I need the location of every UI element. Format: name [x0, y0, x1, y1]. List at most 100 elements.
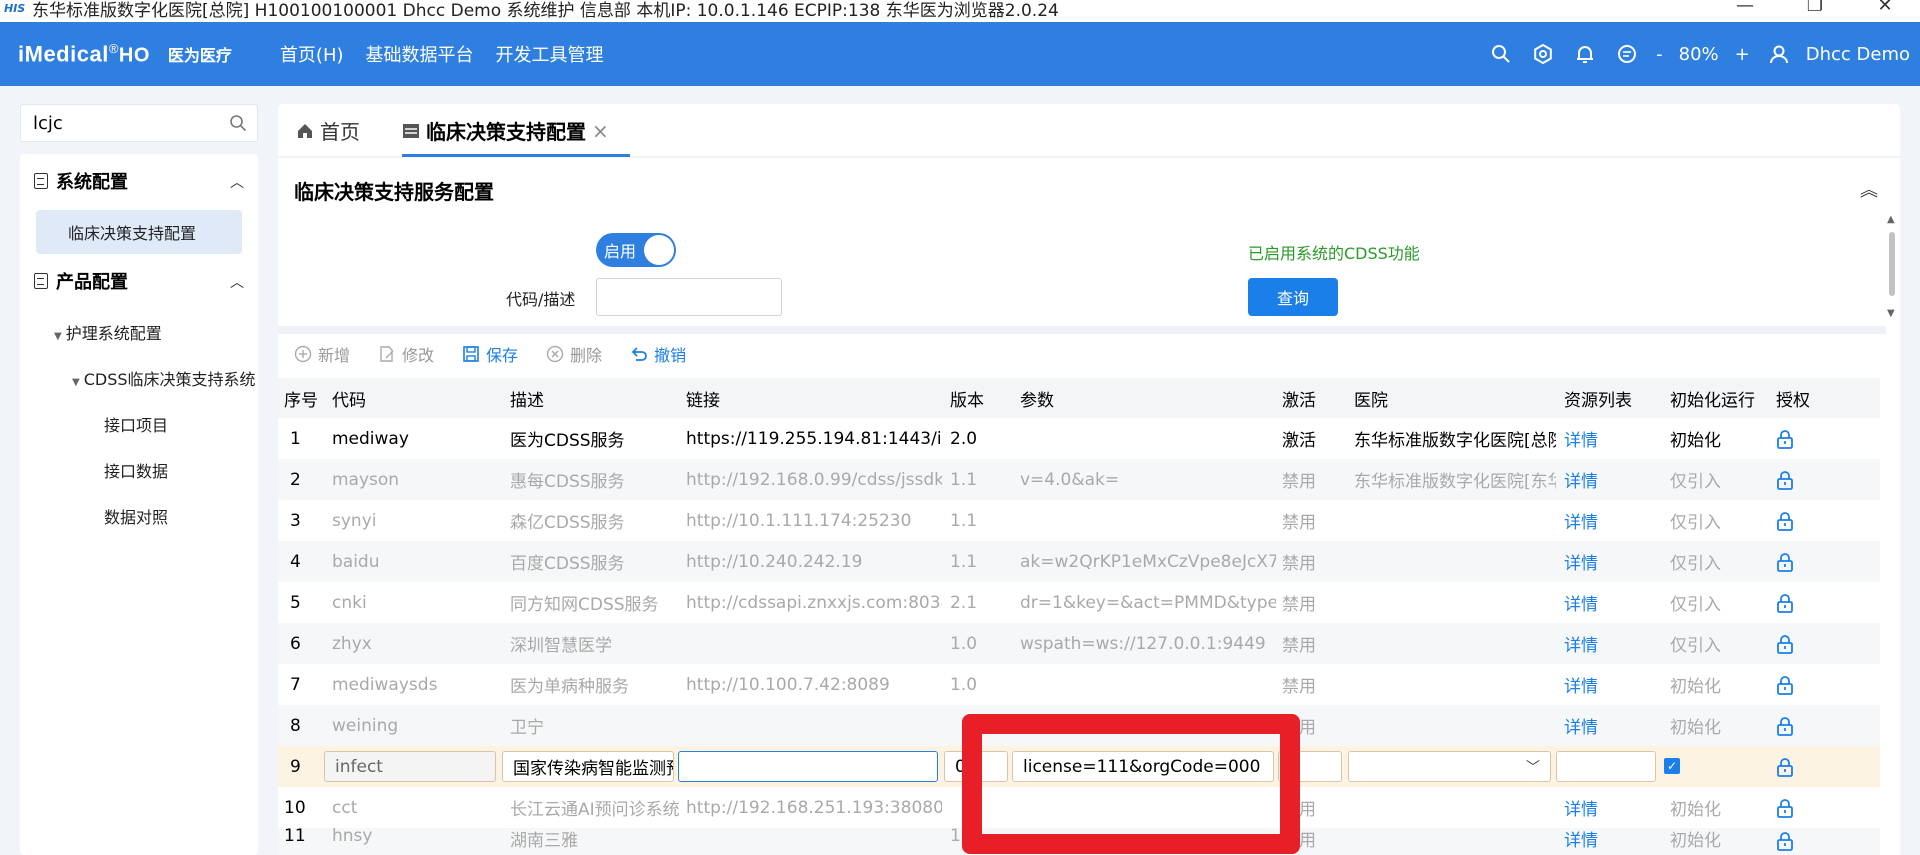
details-link[interactable]: 详情 — [1564, 549, 1598, 574]
app-logo-icon: HIS — [4, 2, 26, 15]
delete-button[interactable]: 删除 — [546, 342, 602, 366]
undo-button[interactable]: 撤销 — [630, 342, 686, 366]
table-row[interactable]: 2 mayson 惠每CDSS服务 http://192.168.0.99/cd… — [278, 459, 1880, 500]
lock-icon[interactable] — [1776, 470, 1794, 490]
chevron-down-icon: ﹀ — [1526, 760, 1540, 776]
save-button[interactable]: 保存 — [462, 342, 518, 366]
details-link[interactable]: 详情 — [1564, 631, 1598, 656]
zoom-out-button[interactable]: - — [1656, 44, 1663, 65]
caret-down-icon: ▼ — [72, 377, 80, 388]
details-link[interactable]: 详情 — [1564, 672, 1598, 697]
details-link[interactable]: 详情 — [1564, 713, 1598, 738]
logo-subtitle: 医为医疗 — [167, 46, 232, 65]
tab-home[interactable]: 首页 — [296, 116, 360, 145]
restore-icon[interactable]: ❐ — [1780, 0, 1850, 16]
tab-bar: 首页 临床决策支持配置 × — [278, 104, 1900, 157]
sidebar-menu: 系统配置 ︿ 临床决策支持配置 产品配置 ︿ ▼ 护理系统配置 ▼ CDSS临床决策… — [20, 154, 258, 855]
delete-circle-icon — [546, 345, 564, 363]
details-link[interactable]: 详情 — [1564, 508, 1598, 533]
sidebar-item-interface-data[interactable]: 接口数据 — [104, 458, 168, 482]
close-icon[interactable]: × — [592, 119, 609, 143]
hospital-select[interactable]: ﹀ — [1348, 751, 1551, 782]
bell-icon[interactable] — [1574, 43, 1596, 65]
link-edit-field[interactable] — [678, 751, 938, 782]
annotation-highlight-box — [962, 714, 1300, 854]
search-icon[interactable] — [229, 114, 247, 137]
lock-icon[interactable] — [1776, 593, 1794, 613]
col-link: 链接 — [686, 390, 720, 411]
document-icon — [34, 173, 48, 189]
lock-icon[interactable] — [1776, 634, 1794, 654]
nav-dev-tools[interactable]: 开发工具管理 — [496, 41, 604, 67]
lock-icon[interactable] — [1776, 798, 1794, 818]
table-row[interactable]: 5 cnki 同方知网CDSS服务 http://cdssapi.znxxjs.… — [278, 582, 1880, 623]
minimize-icon[interactable]: — — [1710, 0, 1780, 16]
table-row[interactable]: 4 baidu 百度CDSS服务 http://10.240.242.19 1.… — [278, 541, 1880, 582]
lock-icon[interactable] — [1776, 675, 1794, 695]
collapse-up-icon[interactable]: ︽ — [1860, 176, 1878, 202]
form-scrollbar[interactable]: ▲ ▼ — [1886, 214, 1898, 326]
close-window-icon[interactable]: ✕ — [1850, 0, 1920, 16]
menu-group-system-config[interactable]: 系统配置 — [34, 168, 128, 194]
table-row[interactable]: 1 mediway 医为CDSS服务 https://119.255.194.8… — [278, 418, 1880, 459]
scrollbar-thumb[interactable] — [1889, 232, 1895, 296]
chevron-up-icon[interactable]: ︿ — [230, 172, 244, 192]
scroll-up-icon[interactable]: ▲ — [1887, 214, 1895, 225]
window-title: 东华标准版数字化医院[总院] H100100100001 Dhcc Demo 系… — [32, 0, 1059, 21]
code-edit-field[interactable]: infect — [324, 751, 496, 782]
sidebar-item-cdss-config[interactable]: 临床决策支持配置 — [36, 210, 242, 254]
lock-icon[interactable] — [1776, 429, 1794, 449]
nav-basic-data[interactable]: 基础数据平台 — [366, 41, 474, 67]
lock-icon[interactable] — [1776, 831, 1794, 851]
toggle-knob — [644, 235, 674, 265]
query-button[interactable]: 查询 — [1248, 278, 1338, 316]
add-button[interactable]: 新增 — [294, 342, 350, 366]
lock-icon[interactable] — [1776, 511, 1794, 531]
code-desc-input[interactable] — [596, 278, 782, 316]
details-link[interactable]: 详情 — [1564, 467, 1598, 492]
resources-edit-field[interactable] — [1556, 751, 1656, 782]
sidebar-item-cdss-system[interactable]: ▼ CDSS临床决策支持系统 — [72, 366, 258, 390]
app-logo: iMedical®HO — [18, 40, 150, 67]
menu-group-product-config[interactable]: 产品配置 — [34, 268, 128, 294]
details-link[interactable]: 详情 — [1564, 426, 1598, 451]
details-link[interactable]: 详情 — [1564, 795, 1598, 820]
tab-cdss-config[interactable]: 临床决策支持配置 × — [402, 116, 609, 145]
edit-button[interactable]: 修改 — [378, 342, 434, 366]
col-init: 初始化运行 — [1670, 390, 1755, 411]
lock-icon[interactable] — [1776, 757, 1794, 777]
zoom-in-button[interactable]: + — [1735, 44, 1750, 65]
sidebar-item-interface-items[interactable]: 接口项目 — [104, 412, 168, 436]
gear-icon[interactable] — [1532, 43, 1554, 65]
message-icon[interactable] — [1616, 43, 1638, 65]
col-auth: 授权 — [1776, 390, 1810, 411]
details-link[interactable]: 详情 — [1564, 826, 1598, 851]
sidebar-item-data-mapping[interactable]: 数据对照 — [104, 504, 168, 528]
window-controls: — ❐ ✕ — [1710, 0, 1920, 16]
plus-circle-icon — [294, 345, 312, 363]
col-index: 序号 — [284, 390, 318, 411]
menu-search-input[interactable] — [33, 112, 213, 134]
search-icon[interactable] — [1490, 43, 1512, 65]
lock-icon[interactable] — [1776, 552, 1794, 572]
table-row[interactable]: 7 mediwaysds 医为单病种服务 http://10.100.7.42:… — [278, 664, 1880, 705]
menu-search-box[interactable] — [20, 104, 258, 142]
scroll-down-icon[interactable]: ▼ — [1887, 308, 1895, 319]
active-tab-indicator — [402, 154, 630, 157]
user-icon[interactable] — [1768, 43, 1790, 65]
init-checkbox[interactable]: ✓ — [1664, 758, 1680, 774]
home-icon — [298, 123, 312, 138]
table-row[interactable]: 6 zhyx 深圳智慧医学 1.0 wspath=ws://127.0.0.1:… — [278, 623, 1880, 664]
sidebar-item-nursing-config[interactable]: ▼ 护理系统配置 — [54, 320, 162, 344]
app-header: iMedical®HO 医为医疗 首页(H) 基础数据平台 开发工具管理 - 8… — [0, 22, 1920, 86]
chevron-up-icon[interactable]: ︿ — [230, 272, 244, 292]
details-link[interactable]: 详情 — [1564, 590, 1598, 615]
user-name[interactable]: Dhcc Demo — [1806, 44, 1910, 65]
enable-toggle[interactable]: 启用 — [596, 233, 676, 267]
lock-icon[interactable] — [1776, 716, 1794, 736]
document-icon — [34, 273, 48, 289]
nav-home[interactable]: 首页(H) — [280, 41, 344, 67]
table-row[interactable]: 3 synyi 森亿CDSS服务 http://10.1.111.174:252… — [278, 500, 1880, 541]
caret-down-icon: ▼ — [54, 331, 62, 342]
desc-edit-field[interactable]: 国家传染病智能监测预警 — [502, 751, 674, 782]
